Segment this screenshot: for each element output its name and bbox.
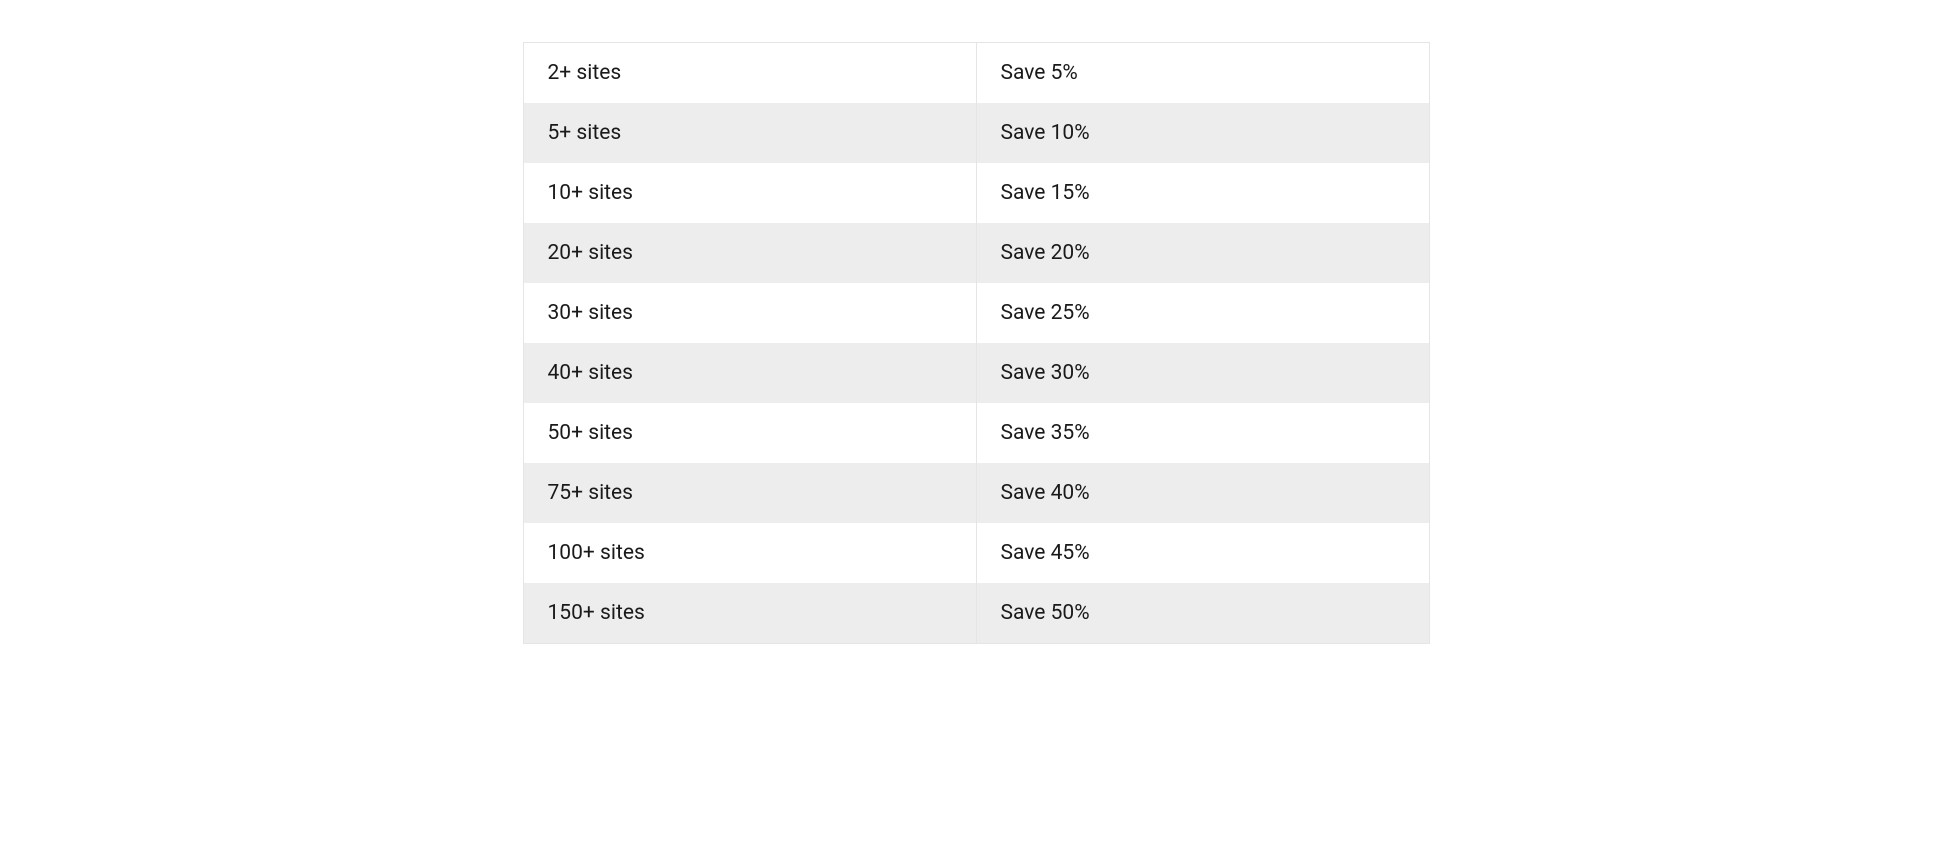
discount-cell: Save 30% [976,343,1429,403]
table-row: 100+ sites Save 45% [524,523,1429,583]
pricing-table: 2+ sites Save 5% 5+ sites Save 10% 10+ s… [523,42,1430,644]
table-row: 20+ sites Save 20% [524,223,1429,283]
table-row: 2+ sites Save 5% [524,43,1429,103]
table-row: 30+ sites Save 25% [524,283,1429,343]
table-row: 50+ sites Save 35% [524,403,1429,463]
sites-cell: 150+ sites [524,583,977,643]
table-row: 10+ sites Save 15% [524,163,1429,223]
discount-cell: Save 10% [976,103,1429,163]
sites-cell: 20+ sites [524,223,977,283]
table-row: 40+ sites Save 30% [524,343,1429,403]
table-row: 5+ sites Save 10% [524,103,1429,163]
sites-cell: 10+ sites [524,163,977,223]
sites-cell: 75+ sites [524,463,977,523]
discount-cell: Save 35% [976,403,1429,463]
discount-cell: Save 50% [976,583,1429,643]
discount-cell: Save 45% [976,523,1429,583]
sites-cell: 40+ sites [524,343,977,403]
discount-cell: Save 40% [976,463,1429,523]
sites-cell: 30+ sites [524,283,977,343]
table-row: 150+ sites Save 50% [524,583,1429,643]
table-row: 75+ sites Save 40% [524,463,1429,523]
discount-cell: Save 15% [976,163,1429,223]
discount-cell: Save 5% [976,43,1429,103]
discount-cell: Save 25% [976,283,1429,343]
discount-table: 2+ sites Save 5% 5+ sites Save 10% 10+ s… [524,43,1429,643]
sites-cell: 5+ sites [524,103,977,163]
discount-cell: Save 20% [976,223,1429,283]
sites-cell: 50+ sites [524,403,977,463]
sites-cell: 2+ sites [524,43,977,103]
sites-cell: 100+ sites [524,523,977,583]
